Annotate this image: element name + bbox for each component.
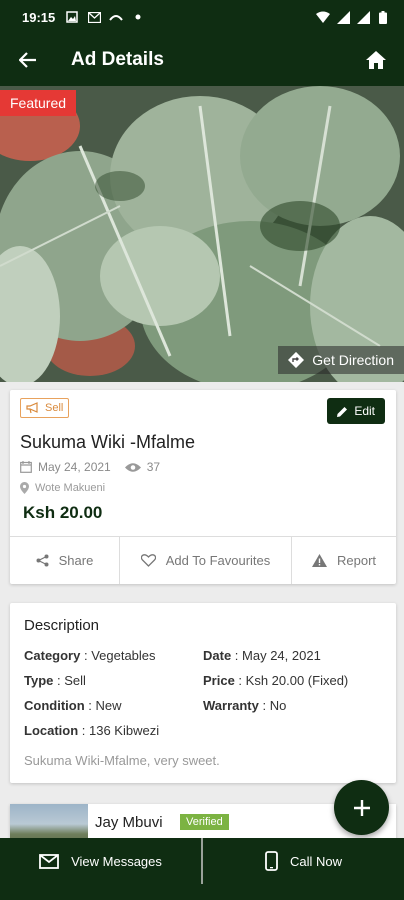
description-heading: Description [24, 617, 100, 634]
report-button[interactable]: Report [292, 537, 396, 584]
view-messages-label: View Messages [71, 853, 162, 869]
report-label: Report [336, 553, 377, 568]
eye-icon [124, 462, 141, 472]
plus-icon [353, 799, 370, 816]
details-row: Location : 136 Kibwezi [24, 718, 384, 743]
arrow-back-icon [19, 52, 36, 68]
edit-button[interactable]: Edit [327, 398, 385, 424]
bottom-action-bar: View Messages Call Now [0, 838, 404, 884]
call-now-label: Call Now [289, 853, 342, 869]
location-detail: Location : 136 Kibwezi [24, 723, 203, 738]
seller-name: Jay Mbuvi [95, 814, 163, 831]
condition-value: : New [84, 698, 122, 713]
calendar-icon [20, 461, 32, 473]
date-label: Date [203, 648, 232, 663]
description-text: Sukuma Wiki-Mfalme, very sweet. [24, 753, 220, 768]
heart-icon [140, 554, 156, 567]
ad-location: Wote Makueni [35, 482, 106, 494]
page-title: Ad Details [71, 49, 164, 70]
gmail-icon [87, 10, 101, 24]
location-value: : 136 Kibwezi [78, 723, 160, 738]
ad-date: May 24, 2021 [38, 460, 111, 474]
view-messages-button[interactable]: View Messages [0, 838, 201, 884]
signal-icon [336, 10, 350, 24]
date-value: : May 24, 2021 [231, 648, 321, 663]
edit-label: Edit [354, 404, 375, 418]
details-grid: Category : Vegetables Date : May 24, 202… [24, 643, 384, 743]
call-now-button[interactable]: Call Now [203, 838, 404, 884]
date-detail: Date : May 24, 2021 [203, 648, 321, 663]
home-icon [366, 51, 386, 69]
share-button[interactable]: Share [10, 537, 120, 584]
price-detail: Price : Ksh 20.00 (Fixed) [203, 673, 348, 688]
price-value: : Ksh 20.00 (Fixed) [234, 673, 349, 688]
ad-image[interactable]: Featured Get Direction [0, 86, 404, 382]
ad-actions: Share Add To Favourites Report [10, 536, 396, 584]
home-button[interactable] [348, 34, 404, 86]
type-label: Type [24, 673, 54, 688]
back-button[interactable] [0, 34, 56, 86]
ad-location-row: Wote Makueni [20, 482, 105, 494]
status-left-icons [65, 10, 145, 24]
dot-icon [131, 10, 145, 24]
featured-badge: Featured [0, 90, 77, 116]
warning-icon [311, 554, 327, 567]
verified-badge: Verified [180, 814, 229, 830]
wifi-icon [316, 10, 330, 24]
share-label: Share [58, 553, 94, 568]
warranty-value: : No [258, 698, 287, 713]
condition-label: Condition [24, 698, 85, 713]
status-right-icons [316, 10, 390, 24]
type-value: : Sell [53, 673, 86, 688]
category-label: Category [24, 648, 81, 663]
mail-icon [39, 853, 59, 869]
category-value: : Vegetables [80, 648, 156, 663]
missed-call-icon [109, 10, 124, 24]
phone-icon [265, 851, 278, 871]
add-ad-fab[interactable] [334, 780, 389, 835]
megaphone-icon [26, 402, 38, 414]
type-detail: Type : Sell [24, 673, 203, 688]
condition-detail: Condition : New [24, 698, 203, 713]
ad-title: Sukuma Wiki -Mfalme [20, 432, 196, 452]
kale-leaves-image [0, 86, 404, 382]
image-notification-icon [65, 10, 79, 24]
price-label: Price [203, 673, 235, 688]
warranty-label: Warranty [203, 698, 259, 713]
ad-type-badge: Sell [20, 398, 70, 418]
status-bar: 19:15 [0, 0, 404, 34]
status-time: 19:15 [22, 9, 56, 25]
app-bar: Ad Details [0, 34, 404, 86]
get-direction-button[interactable]: Get Direction [278, 346, 404, 374]
ad-summary-card: Sell Edit Sukuma Wiki -Mfalme May 24, 20… [10, 390, 396, 584]
details-row: Condition : New Warranty : No [24, 693, 384, 718]
pencil-icon [337, 406, 348, 417]
get-direction-label: Get Direction [312, 352, 394, 368]
share-icon [36, 554, 49, 567]
signal-icon-2 [356, 10, 370, 24]
add-to-favourites-button[interactable]: Add To Favourites [120, 537, 292, 584]
ad-type-label: Sell [45, 402, 64, 414]
ad-meta-row: May 24, 2021 37 [20, 460, 160, 474]
directions-icon [288, 352, 305, 368]
add-to-favourites-label: Add To Favourites [165, 553, 271, 568]
category-detail: Category : Vegetables [24, 648, 203, 663]
details-row: Type : Sell Price : Ksh 20.00 (Fixed) [24, 668, 384, 693]
battery-icon [376, 10, 390, 24]
location-pin-icon [20, 482, 29, 494]
system-nav-area [0, 884, 404, 900]
ad-price: Ksh 20.00 [23, 503, 103, 522]
details-row: Category : Vegetables Date : May 24, 202… [24, 643, 384, 668]
ad-views: 37 [146, 460, 161, 474]
warranty-detail: Warranty : No [203, 698, 286, 713]
description-card: Description Category : Vegetables Date :… [10, 603, 396, 783]
location-label: Location [24, 723, 79, 738]
